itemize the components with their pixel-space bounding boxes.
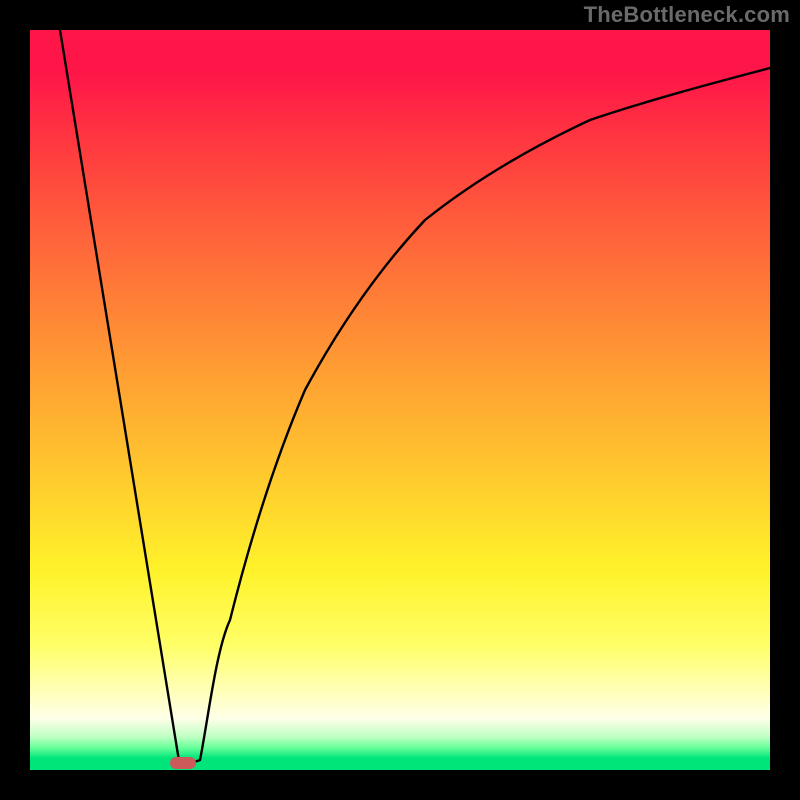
curve-svg	[30, 30, 770, 770]
optimal-marker	[170, 757, 196, 769]
plot-area	[30, 30, 770, 770]
bottleneck-curve	[60, 30, 770, 767]
chart-frame: TheBottleneck.com	[0, 0, 800, 800]
watermark-text: TheBottleneck.com	[584, 2, 790, 28]
